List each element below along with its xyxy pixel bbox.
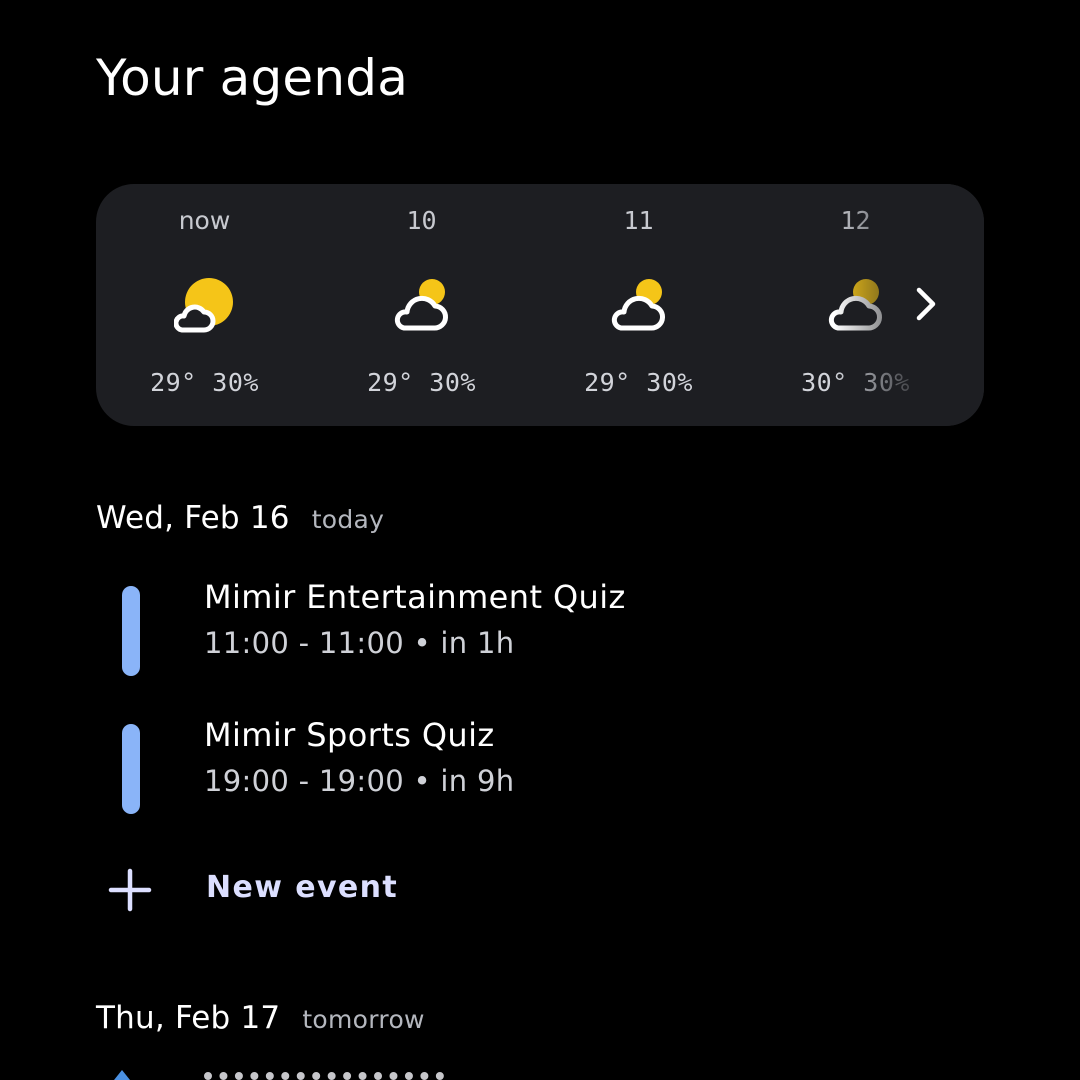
event-item[interactable]: Mimir Entertainment Quiz 11:00 - 11:00 •… [96,578,896,676]
hour-reading: 29° 30% [313,368,530,397]
day-header-today: Wed, Feb 16 today [96,500,384,536]
hour-precipitation: 30% [212,368,259,397]
weather-next-button[interactable] [904,282,948,326]
day-date: Wed, Feb 16 [96,500,290,536]
hour-reading: 29° 30% [96,368,313,397]
weather-hour-now: now 29° 30% [96,184,313,426]
event-item[interactable]: Mimir Sports Quiz 19:00 - 19:00 • in 9h [96,716,896,814]
hour-label: 11 [623,206,654,235]
hourly-weather-card[interactable]: now 29° 30% 10 29° 30% 11 29° 30% 12 30°… [96,184,984,426]
event-time: 19:00 - 19:00 • in 9h [204,764,515,798]
hour-reading: 29° 30% [530,368,747,397]
event-color-bar [122,586,140,676]
water-drop-icon [114,1070,130,1080]
new-event-label: New event [206,870,399,905]
cloud-with-sun-icon [394,279,448,331]
sun-behind-cloud-icon [174,278,233,333]
hour-label: now [178,206,231,235]
new-event-button[interactable]: New event [96,862,496,918]
day-relative-label: tomorrow [302,1005,425,1034]
weather-hour-10: 10 29° 30% [313,184,530,426]
plus-icon [108,868,152,912]
chevron-right-icon [916,287,936,321]
hour-precipitation: 30% [863,368,910,397]
day-relative-label: today [311,505,385,534]
hour-temperature: 29° [150,368,197,397]
hour-reading: 30° 30% [747,368,964,397]
clipped-list-item [96,1068,796,1080]
day-date: Thu, Feb 17 [96,1000,281,1036]
hour-label: 12 [840,206,871,235]
agenda-sheet: Your agenda now 29° 30% 10 29° 30% 11 29… [0,0,1080,1080]
event-title: Mimir Sports Quiz [204,716,495,754]
weather-hour-11: 11 29° 30% [530,184,747,426]
hour-label: 10 [406,206,437,235]
clipped-text [204,1072,444,1080]
hour-temperature: 29° [584,368,631,397]
hour-precipitation: 30% [429,368,476,397]
day-header-tomorrow: Thu, Feb 17 tomorrow [96,1000,425,1036]
event-color-bar [122,724,140,814]
hour-temperature: 29° [367,368,414,397]
hour-precipitation: 30% [646,368,693,397]
event-title: Mimir Entertainment Quiz [204,578,626,616]
page-title: Your agenda [96,49,409,107]
hour-temperature: 30° [801,368,848,397]
event-time: 11:00 - 11:00 • in 1h [204,626,515,660]
cloud-with-sun-icon [828,279,882,331]
cloud-with-sun-icon [611,279,665,331]
